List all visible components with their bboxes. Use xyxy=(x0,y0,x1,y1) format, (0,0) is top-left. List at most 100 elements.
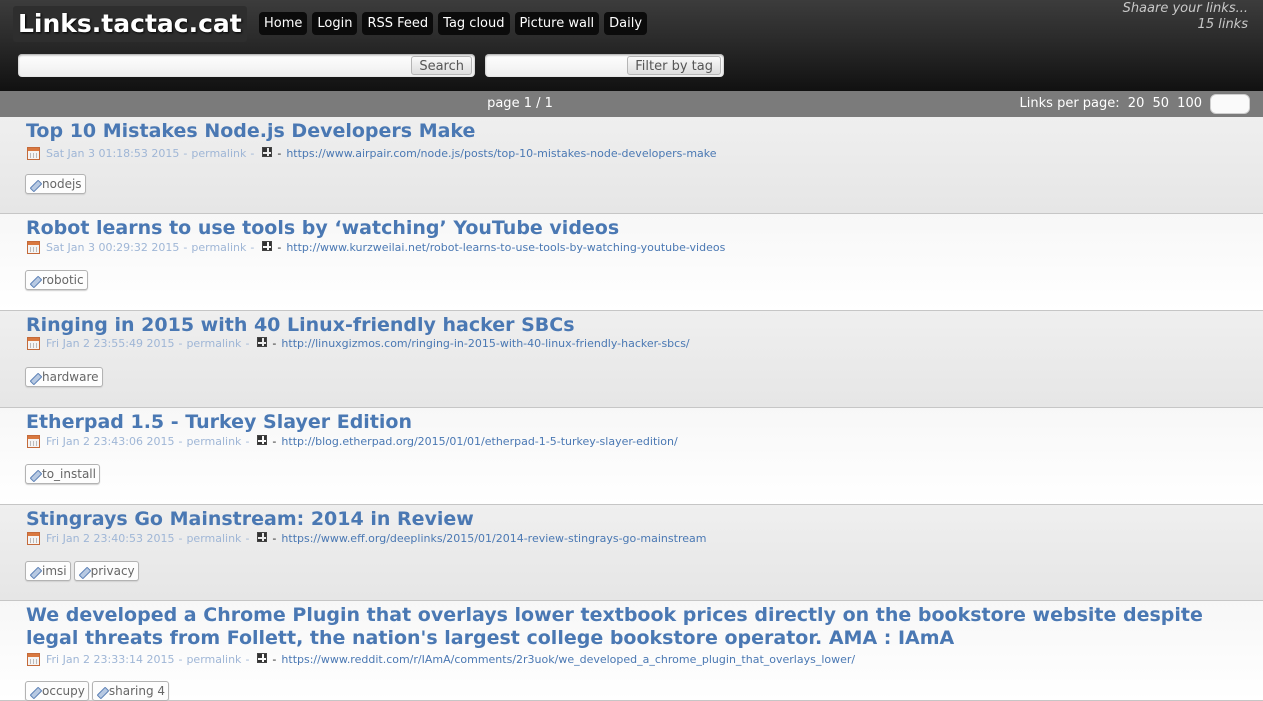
calendar-icon xyxy=(27,337,40,350)
tag[interactable]: hardware xyxy=(25,367,103,387)
tag-filter-input[interactable] xyxy=(489,56,623,77)
links-per-page-input[interactable] xyxy=(1210,94,1250,114)
calendar-icon xyxy=(27,241,40,254)
link-url[interactable]: https://www.reddit.com/r/IAmA/comments/2… xyxy=(281,652,855,667)
link-title[interactable]: Robot learns to use tools by ‘watching’ … xyxy=(26,217,1241,240)
tag-list: occupy sharing 4 xyxy=(25,681,172,701)
separator: - xyxy=(272,435,277,448)
filter-by-tag-button[interactable]: Filter by tag xyxy=(627,56,721,75)
permalink-link[interactable]: permalink xyxy=(186,434,241,449)
permalink-link[interactable]: permalink xyxy=(186,652,241,667)
tag-icon xyxy=(96,686,107,697)
separator: - xyxy=(272,532,277,545)
separator: - xyxy=(245,532,250,545)
link-date: Sat Jan 3 01:18:53 2015 xyxy=(46,147,180,160)
tag-icon xyxy=(29,469,40,480)
separator: - xyxy=(277,147,282,160)
tag[interactable]: privacy xyxy=(73,561,139,581)
link-item: Stingrays Go Mainstream: 2014 in Review … xyxy=(0,505,1263,601)
permalink-link[interactable]: permalink xyxy=(186,531,241,546)
tag-label: sharing 4 xyxy=(108,684,166,698)
tag-list: hardware xyxy=(25,367,106,387)
search-box: Search xyxy=(18,54,475,77)
tag-label: privacy xyxy=(90,564,135,578)
link-list: Top 10 Mistakes Node.js Developers Make … xyxy=(0,117,1263,701)
tag[interactable]: occupy xyxy=(25,681,89,701)
tag-icon xyxy=(29,566,40,577)
tag-icon xyxy=(29,179,40,190)
links-per-page-20[interactable]: 20 xyxy=(1128,96,1145,111)
link-item: Etherpad 1.5 - Turkey Slayer Edition Fri… xyxy=(0,408,1263,505)
link-meta: Fri Jan 2 23:40:53 2015 - permalink - - … xyxy=(27,531,706,546)
nav-rss-feed[interactable]: RSS Feed xyxy=(362,12,434,35)
tag-label: nodejs xyxy=(42,177,82,191)
permalink-link[interactable]: permalink xyxy=(191,240,246,255)
link-url[interactable]: http://www.kurzweilai.net/robot-learns-t… xyxy=(286,240,725,255)
tag[interactable]: to_install xyxy=(25,464,100,484)
nav-login[interactable]: Login xyxy=(312,12,358,35)
links-per-page-50[interactable]: 50 xyxy=(1152,96,1169,111)
search-input[interactable] xyxy=(22,56,406,77)
tag-icon xyxy=(78,566,89,577)
separator: - xyxy=(245,435,250,448)
permalink-link[interactable]: permalink xyxy=(191,146,246,161)
qrcode-icon[interactable] xyxy=(262,240,273,251)
separator: - xyxy=(250,147,255,160)
link-meta: Sat Jan 3 00:29:32 2015 - permalink - - … xyxy=(27,240,725,255)
link-url[interactable]: http://blog.etherpad.org/2015/01/01/ethe… xyxy=(281,434,677,449)
separator: - xyxy=(245,337,250,350)
separator: - xyxy=(178,435,183,448)
link-meta: Fri Jan 2 23:43:06 2015 - permalink - - … xyxy=(27,434,678,449)
link-item: Ringing in 2015 with 40 Linux-friendly h… xyxy=(0,311,1263,408)
separator: - xyxy=(277,241,282,254)
tag-label: occupy xyxy=(42,684,85,698)
permalink-link[interactable]: permalink xyxy=(186,336,241,351)
link-title[interactable]: Ringing in 2015 with 40 Linux-friendly h… xyxy=(26,314,1241,337)
link-date: Fri Jan 2 23:43:06 2015 xyxy=(46,435,175,448)
tag-label: imsi xyxy=(42,564,67,578)
header: Links.tactac.cat Home Login RSS Feed Tag… xyxy=(0,0,1263,91)
separator: - xyxy=(178,337,183,350)
nav-home[interactable]: Home xyxy=(259,12,308,35)
qrcode-icon[interactable] xyxy=(257,336,268,347)
separator: - xyxy=(183,147,188,160)
link-meta: Fri Jan 2 23:33:14 2015 - permalink - - … xyxy=(27,652,855,667)
site-logo[interactable]: Links.tactac.cat xyxy=(13,6,247,42)
tag[interactable]: nodejs xyxy=(25,174,86,194)
links-per-page-100[interactable]: 100 xyxy=(1177,96,1202,111)
link-title[interactable]: Top 10 Mistakes Node.js Developers Make xyxy=(26,120,1241,143)
links-per-page: Links per page: 20 50 100 xyxy=(1020,96,1202,111)
tag-list: imsi privacy xyxy=(25,561,142,581)
nav-tag-cloud[interactable]: Tag cloud xyxy=(438,12,510,35)
page-info: page 1 / 1 xyxy=(487,96,553,111)
tag-list: to_install xyxy=(25,464,103,484)
tag[interactable]: imsi xyxy=(25,561,71,581)
link-url[interactable]: https://www.airpair.com/node.js/posts/to… xyxy=(286,146,716,161)
separator: - xyxy=(178,653,183,666)
separator: - xyxy=(250,241,255,254)
link-url[interactable]: http://linuxgizmos.com/ringing-in-2015-w… xyxy=(281,336,689,351)
separator: - xyxy=(272,653,277,666)
qrcode-icon[interactable] xyxy=(257,652,268,663)
link-meta: Sat Jan 3 01:18:53 2015 - permalink - - … xyxy=(27,146,717,161)
tagline-text: Shaare your links... xyxy=(1122,1,1248,16)
qrcode-icon[interactable] xyxy=(257,531,268,542)
nav-picture-wall[interactable]: Picture wall xyxy=(514,12,600,35)
tag-label: to_install xyxy=(42,467,96,481)
link-url[interactable]: https://www.eff.org/deeplinks/2015/01/20… xyxy=(281,531,706,546)
tag[interactable]: robotic xyxy=(25,270,88,290)
links-per-page-label: Links per page: xyxy=(1019,96,1120,111)
tagline: Shaare your links... 15 links xyxy=(1123,1,1248,33)
nav-daily[interactable]: Daily xyxy=(604,12,648,35)
link-date: Fri Jan 2 23:40:53 2015 xyxy=(46,532,175,545)
link-date: Fri Jan 2 23:55:49 2015 xyxy=(46,337,175,350)
link-title[interactable]: Stingrays Go Mainstream: 2014 in Review xyxy=(26,508,1241,531)
search-button[interactable]: Search xyxy=(411,56,472,75)
qrcode-icon[interactable] xyxy=(262,146,273,157)
link-title[interactable]: We developed a Chrome Plugin that overla… xyxy=(26,604,1241,650)
tag-list: robotic xyxy=(25,270,91,290)
separator: - xyxy=(183,241,188,254)
qrcode-icon[interactable] xyxy=(257,434,268,445)
tag[interactable]: sharing 4 xyxy=(91,681,170,701)
link-title[interactable]: Etherpad 1.5 - Turkey Slayer Edition xyxy=(26,411,1241,434)
